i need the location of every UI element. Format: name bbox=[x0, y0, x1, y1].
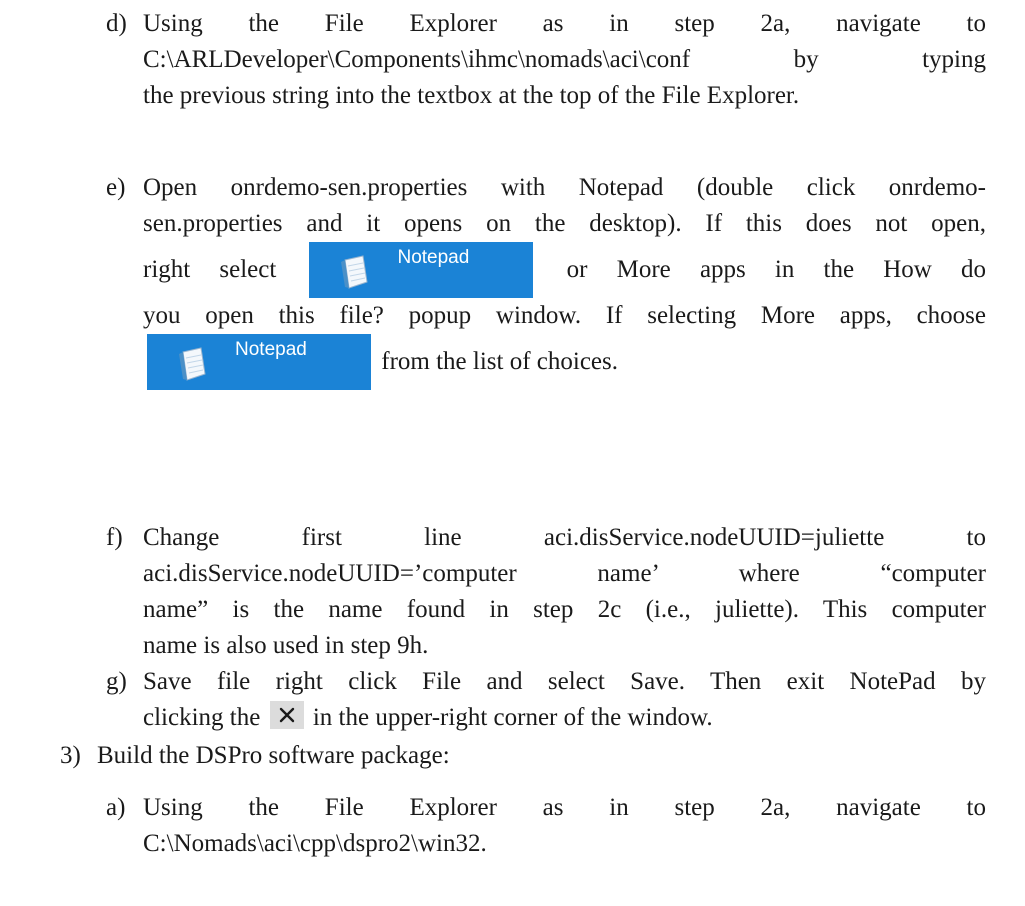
close-icon bbox=[279, 707, 294, 723]
step-e-text: from the list of choices. bbox=[381, 348, 618, 375]
step-f-line: name” is the name found in step 2c (i.e.… bbox=[143, 596, 986, 623]
step-e-line-with-chip: right select Notepad or More apps in the… bbox=[143, 242, 986, 298]
step-marker: g) bbox=[106, 668, 127, 695]
step-g-line: Save file right click File and select Sa… bbox=[143, 668, 986, 695]
step-f-line: Change first line aci.disService.nodeUUI… bbox=[143, 524, 986, 551]
step-e-line: you open this file? popup window. If sel… bbox=[143, 302, 986, 329]
notepad-label: Notepad bbox=[235, 339, 307, 360]
step-g: g) Save file right click File and select… bbox=[106, 664, 986, 736]
step-e-text: or More apps in the How do bbox=[566, 256, 987, 283]
step-d: d) Using the File Explorer as in step 2a… bbox=[106, 6, 986, 114]
step-marker: e) bbox=[106, 174, 126, 201]
step-e-text: right select bbox=[143, 256, 277, 283]
step-3: 3) Build the DSPro software package: bbox=[60, 738, 986, 774]
step-e-line: sen.properties and it opens on the deskt… bbox=[143, 210, 986, 237]
step-e: e) Open onrdemo-sen.properties with Note… bbox=[106, 170, 986, 390]
notepad-button[interactable]: Notepad bbox=[147, 334, 371, 390]
step-a-line: C:\Nomads\aci\cpp\dspro2\win32. bbox=[143, 830, 487, 857]
step-f: f) Change first line aci.disService.node… bbox=[106, 520, 986, 664]
notepad-icon bbox=[179, 347, 206, 381]
notepad-icon bbox=[341, 255, 369, 289]
step-a-line: Using the File Explorer as in step 2a, n… bbox=[143, 794, 986, 821]
notepad-label: Notepad bbox=[397, 247, 470, 268]
step-3-heading: Build the DSPro software package: bbox=[97, 742, 450, 769]
step-marker: a) bbox=[106, 794, 126, 821]
step-e-line: Open onrdemo-sen.properties with Notepad… bbox=[143, 174, 986, 201]
step-d-line: C:\ARLDeveloper\Components\ihmc\nomads\a… bbox=[143, 46, 986, 73]
step-d-line: the previous string into the textbox at … bbox=[143, 82, 800, 109]
step-f-line: name is also used in step 9h. bbox=[143, 632, 429, 659]
step-f-line: aci.disService.nodeUUID=’computer name’ … bbox=[143, 560, 986, 587]
step-g-text: in the upper-right corner of the window. bbox=[312, 704, 713, 731]
close-button[interactable] bbox=[269, 701, 304, 729]
step-marker: 3) bbox=[60, 742, 81, 769]
step-marker: d) bbox=[106, 10, 127, 37]
notepad-button[interactable]: Notepad bbox=[309, 242, 534, 298]
step-g-text: clicking the bbox=[143, 704, 261, 731]
step-g-line-with-icon: clicking the in the upper-right corner o… bbox=[143, 700, 986, 736]
step-a: a) Using the File Explorer as in step 2a… bbox=[106, 790, 986, 862]
step-marker: f) bbox=[106, 524, 123, 551]
step-d-line: Using the File Explorer as in step 2a, n… bbox=[143, 10, 986, 37]
step-e-line-with-chip: Notepad from the list of choices. bbox=[143, 334, 986, 390]
